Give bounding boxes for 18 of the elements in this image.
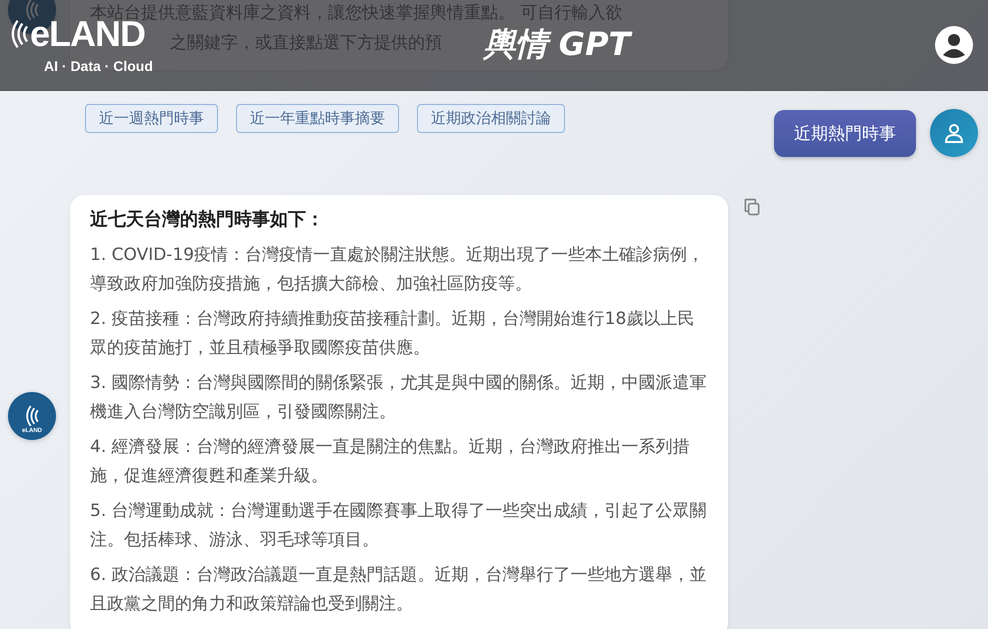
- person-icon: [942, 121, 966, 145]
- answer-item: 3. 國際情勢：台灣與國際間的關係緊張，尤其是與中國的關係。近期，中國派遣軍機進入台灣防空識別區，引發國際關注。: [90, 372, 708, 424]
- copy-icon[interactable]: [742, 197, 762, 217]
- answer-item: 4. 經濟發展：台灣的經濟發展一直是關注的焦點。近期，台灣政府推出一系列措施，促進經濟復甦和產業升級。: [90, 436, 691, 488]
- answer-item: 6. 政治議題：台灣政治議題一直是熱門話題。近期，台灣舉行了一些地方選舉，並且政黨之間的角力和政策辯論也受到關注。: [90, 564, 708, 616]
- logo-tagline: AI · Data · Cloud: [44, 58, 153, 74]
- answer-item: 1. COVID-19疫情：台灣疫情一直處於關注狀態。近期出現了一些本土確診病例，導致政府加強防疫措施，包括擴大篩檢、加強社區防疫等。: [90, 244, 706, 296]
- wave-icon: [25, 404, 39, 428]
- app-title: 輿情 GPT: [484, 24, 630, 65]
- logo-text: eLAND: [30, 16, 146, 52]
- answer-item: 2. 疫苗接種：台灣政府持續推動疫苗接種計劃。近期，台灣開始進行18歲以上民眾的疫苗施打，並且積極爭取國際疫苗供應。: [90, 308, 696, 360]
- answer-item: 5. 台灣運動成就：台灣運動選手在國際賽事上取得了一些突出成績，引起了公眾關注。包括棒球、游泳、羽毛球等項目。: [90, 500, 708, 552]
- answer-heading: 近七天台灣的熱門時事如下：: [90, 208, 325, 231]
- user-message: 近期熱門時事: [774, 110, 916, 156]
- suggestion-chip[interactable]: 近期政治相關討論: [417, 104, 565, 133]
- suggestion-chip[interactable]: 近一年重點時事摘要: [236, 104, 399, 133]
- suggestion-chip[interactable]: 近一週熱門時事: [85, 104, 218, 133]
- user-account-icon[interactable]: [934, 25, 974, 65]
